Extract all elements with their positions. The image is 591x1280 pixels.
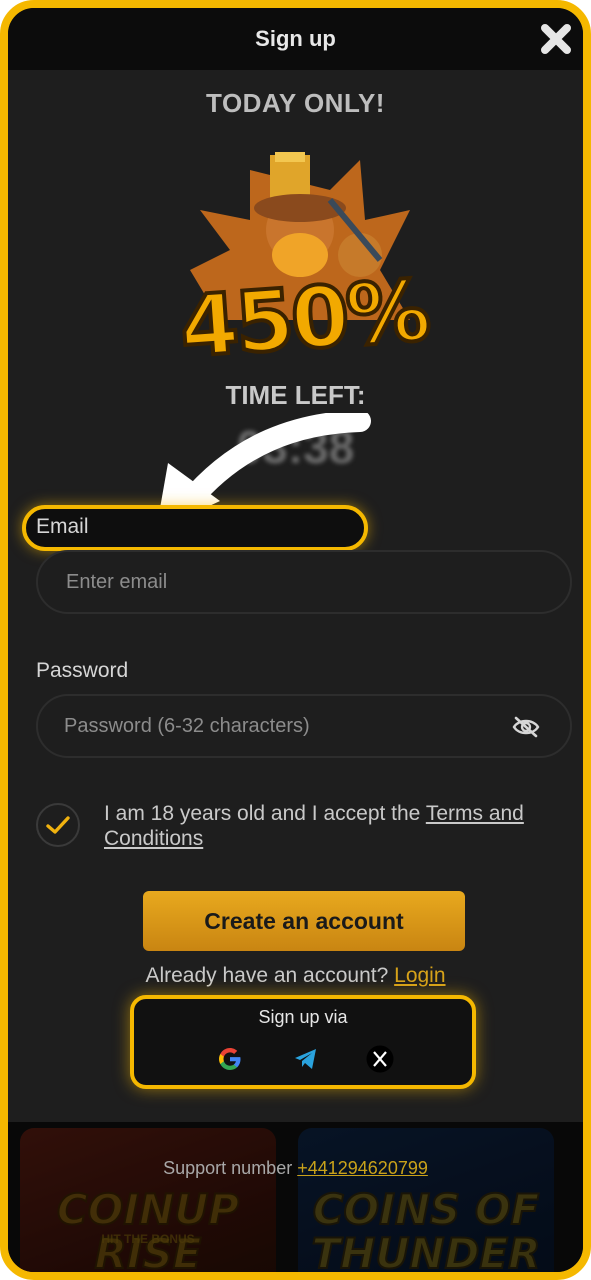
footer-games-section: COINUP RISE HIT THE BONUS COINS OF THUND… <box>8 1122 583 1272</box>
password-label: Password <box>36 659 129 682</box>
login-link[interactable]: Login <box>394 964 445 987</box>
close-icon <box>541 24 571 54</box>
close-button[interactable] <box>537 20 575 58</box>
x-icon[interactable] <box>366 1045 394 1073</box>
promo-banner-image: 450% <box>175 150 433 380</box>
email-label: Email <box>36 515 89 538</box>
footer-overlay <box>8 1122 583 1272</box>
email-input[interactable] <box>36 550 572 614</box>
promo-title: TODAY ONLY! <box>206 88 385 118</box>
social-signup-title: Sign up via <box>258 1007 348 1027</box>
login-prompt-text: Already have an account? <box>145 964 389 987</box>
login-prompt: Already have an account? Login <box>8 964 583 988</box>
eye-off-icon[interactable] <box>512 716 540 738</box>
telegram-icon[interactable] <box>292 1045 320 1073</box>
terms-checkbox[interactable] <box>36 803 80 847</box>
modal-title: Sign up <box>255 26 336 51</box>
password-field <box>36 694 572 758</box>
modal-header: Sign up <box>8 8 583 70</box>
time-left-label: TIME LEFT: <box>225 380 366 410</box>
support-label: Support number <box>163 1158 293 1178</box>
signup-modal: Sign up TODAY ONLY! 450% TIME LEFT: 03:3… <box>0 0 591 1280</box>
support-info: Support number +441294620799 <box>8 1158 583 1179</box>
password-input[interactable] <box>36 694 572 758</box>
google-icon[interactable] <box>216 1045 244 1073</box>
support-phone-link[interactable]: +441294620799 <box>297 1158 428 1178</box>
create-account-button[interactable]: Create an account <box>143 891 465 951</box>
terms-prefix: I am 18 years old and I accept the <box>104 802 426 825</box>
bonus-percentage: 450% <box>175 259 433 378</box>
checkmark-icon <box>46 816 70 834</box>
social-signup-panel: Sign up via <box>130 995 476 1089</box>
terms-text: I am 18 years old and I accept the Terms… <box>104 801 583 851</box>
